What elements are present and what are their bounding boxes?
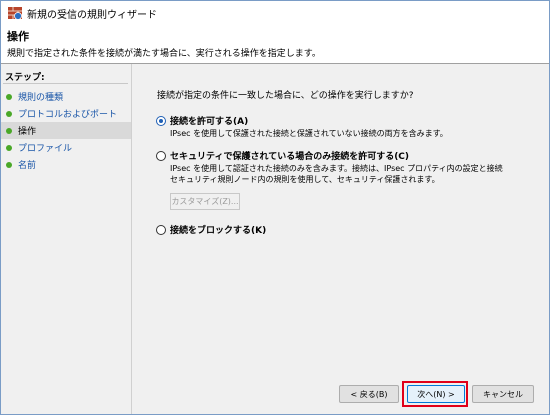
steps-pane: ステップ: 規則の種類 プロトコルおよびポート 操作 プロファイル 名前 — [1, 64, 132, 414]
radio-allow-secure[interactable] — [156, 150, 166, 161]
steps-label: ステップ: — [5, 73, 45, 83]
step-dot-icon — [6, 93, 12, 100]
option-label: 接続をブロックする(K) — [170, 226, 267, 236]
step-protocol-port[interactable]: プロトコルおよびポート — [1, 105, 131, 122]
option-label: 接続を許可する(A) — [170, 117, 249, 127]
step-dot-icon — [6, 161, 12, 168]
step-rule-type[interactable]: 規則の種類 — [1, 88, 131, 105]
main-pane: 接続が指定の条件に一致した場合に、どの操作を実行しますか? 接続を許可する(A)… — [132, 64, 549, 414]
step-label: 規則の種類 — [18, 93, 64, 103]
option-allow-secure[interactable]: セキュリティで保護されている場合のみ接続を許可する(C) — [156, 149, 409, 162]
firewall-brick-icon — [8, 7, 22, 20]
action-question: 接続が指定の条件に一致した場合に、どの操作を実行しますか? — [157, 91, 414, 101]
wizard-window: 新規の受信の規則ウィザード 操作 規則で指定された条件を接続が満たす場合に、実行… — [0, 0, 550, 415]
option-label: セキュリティで保護されている場合のみ接続を許可する(C) — [170, 152, 410, 162]
option-description: セキュリティ規則ノード内の規則を使用して、セキュリティ保護されます。 — [170, 175, 440, 184]
step-action[interactable]: 操作 — [1, 122, 131, 139]
cancel-button[interactable]: キャンセル — [472, 385, 534, 403]
step-label: プロファイル — [18, 144, 73, 154]
radio-block[interactable] — [156, 224, 166, 235]
back-button[interactable]: < 戻る(B) — [339, 385, 399, 403]
step-label: 操作 — [18, 127, 37, 137]
option-description: IPsec を使用して認証された接続のみを含みます。接続は、IPsec プロパテ… — [170, 164, 503, 173]
radio-allow[interactable] — [156, 115, 166, 126]
step-dot-icon — [6, 110, 12, 117]
page-description: 規則で指定された条件を接続が満たす場合に、実行される操作を指定します。 — [7, 49, 321, 59]
steps-divider — [3, 83, 128, 84]
window-title: 新規の受信の規則ウィザード — [27, 10, 157, 21]
step-name[interactable]: 名前 — [1, 156, 131, 173]
step-dot-icon — [6, 144, 12, 151]
page-header: 操作 規則で指定された条件を接続が満たす場合に、実行される操作を指定します。 — [1, 25, 549, 63]
option-allow-connection[interactable]: 接続を許可する(A) — [156, 114, 248, 127]
step-label: プロトコルおよびポート — [18, 110, 118, 120]
customize-button[interactable]: カスタマイズ(Z)... — [170, 193, 240, 210]
title-bar: 新規の受信の規則ウィザード — [1, 1, 549, 25]
step-label: 名前 — [18, 161, 37, 171]
option-block-connection[interactable]: 接続をブロックする(K) — [156, 223, 266, 236]
step-profile[interactable]: プロファイル — [1, 139, 131, 156]
page-title: 操作 — [7, 30, 29, 43]
step-dot-icon — [6, 127, 12, 134]
next-button[interactable]: 次へ(N) > — [407, 385, 465, 403]
option-description: IPsec を使用して保護された接続と保護されていない接続の両方を含みます。 — [170, 129, 448, 138]
